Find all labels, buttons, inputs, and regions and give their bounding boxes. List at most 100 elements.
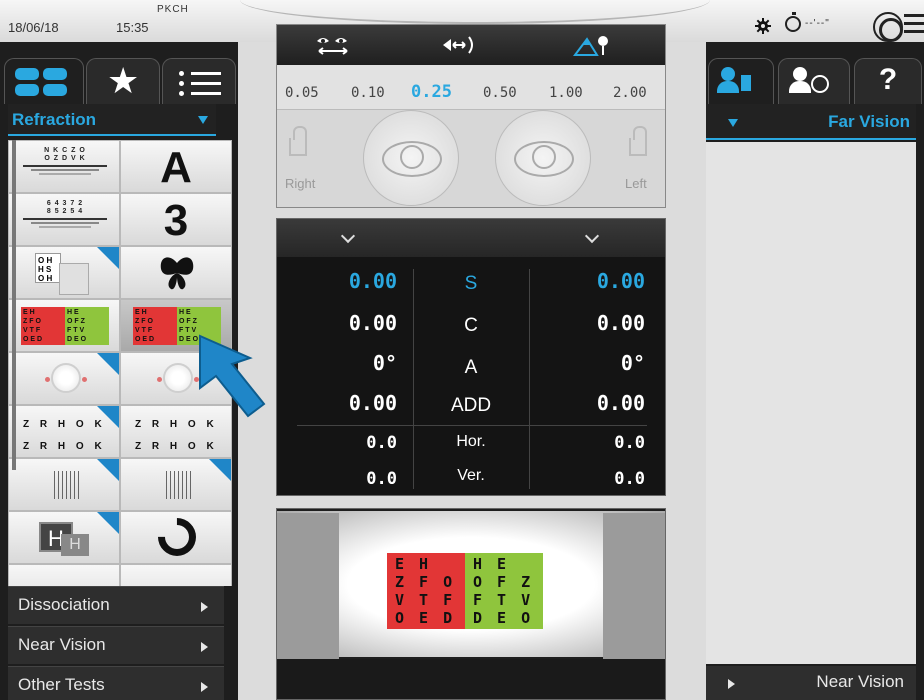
chart-letters-line2: O Z D V K [44,155,86,162]
section-header-refraction[interactable]: Refraction [8,104,216,136]
stopwatch-icon[interactable]: --'--" [785,12,841,36]
chart-scrollbar[interactable] [12,140,16,470]
chart-3-cell[interactable]: 3 [120,193,232,246]
chevron-right-icon [201,602,208,612]
chart-zr-row1: Z R H O K [23,419,106,430]
vertical-left-value[interactable]: 0.0 [525,469,645,489]
chart-ring-cell[interactable] [120,511,232,564]
accordion-near-vision[interactable]: Near Vision [8,626,224,664]
acuity-option[interactable]: 0.05 [285,85,319,101]
acuity-option-selected[interactable]: 0.25 [411,82,452,102]
lock-icon[interactable] [289,126,307,156]
binocular-eyes-icon[interactable] [313,33,353,57]
chart-letters-cell[interactable]: N K C Z O O Z D V K [8,140,120,193]
acuity-option[interactable]: 1.00 [549,85,583,101]
far-vision-header[interactable]: Far Vision [706,104,916,140]
chart-numbers-line1: 6 4 3 7 2 [46,200,84,207]
tab-history[interactable] [778,58,850,104]
right-panel: ? Far Vision Near Vision [706,42,924,700]
tab-help[interactable]: ? [854,58,922,104]
section-title: Refraction [12,110,97,129]
vertical-right-value[interactable]: 0.0 [277,469,397,489]
chart-letters-line1: N K C Z O [44,147,86,154]
near-vision-footer[interactable]: Near Vision [706,666,916,700]
dot-disk-icon [45,363,87,393]
chart-zr-row2: Z R H O K [23,441,106,452]
tab-list[interactable] [162,58,236,104]
addition-row: 0.00 ADD 0.00 [277,391,665,431]
cross-grid-icon [51,471,79,499]
refraction-panel: 0.00 S 0.00 0.00 C 0.00 0° A 0° 0.00 ADD… [276,218,666,496]
axis-right-value[interactable]: 0° [277,351,397,375]
axis-left-value[interactable]: 0° [525,351,645,375]
accordion-label: Near Vision [18,635,106,654]
green-row: D E O [473,609,534,627]
dot-disk-icon [157,363,199,393]
chart-dots-cell[interactable] [8,352,120,405]
chart-partial-cell[interactable] [8,564,120,586]
chart-cross-cell-2[interactable] [120,458,232,511]
acuity-option[interactable]: 0.10 [351,85,385,101]
chevron-right-icon [728,679,735,689]
cylinder-right-value[interactable]: 0.00 [277,311,397,335]
tab-patient-file[interactable] [708,58,774,104]
mountain-flower-icon[interactable] [573,33,613,57]
chart-zr-row2: Z R H O K [135,441,218,452]
chevron-right-icon [201,642,208,652]
cylinder-left-value[interactable]: 0.00 [525,311,645,335]
sphere-right-value[interactable]: 0.00 [277,269,397,293]
target-icon[interactable] [873,12,903,42]
red-half: E H Z F O V T F O E D [387,553,465,629]
axis-label: A [464,357,478,378]
chart-a-cell[interactable]: A [120,140,232,193]
gear-icon[interactable] [755,18,771,34]
tab-favorites[interactable]: ★ [86,58,160,104]
chart-numbers-cell[interactable]: 6 4 3 7 2 8 5 2 5 4 [8,193,120,246]
chart-polarized-cell[interactable]: O H H S O H [8,246,120,299]
near-vision-label: Near Vision [816,672,904,691]
horizontal-left-value[interactable]: 0.0 [525,433,645,453]
addition-right-value[interactable]: 0.00 [277,391,397,415]
acuity-option[interactable]: 2.00 [613,85,647,101]
top-arc-decoration [240,0,710,24]
polarized-tag-icon [97,512,119,534]
chart-preview-footer [277,659,665,699]
eye-occlusion-area: Right Left [277,109,665,207]
accordion-dissociation[interactable]: Dissociation [8,586,224,624]
red-green-chart: E H Z F O V T F O E D H E O F Z F T V D … [387,553,543,629]
sphere-left-value[interactable]: 0.00 [525,269,645,293]
chevron-down-icon[interactable] [340,228,356,244]
right-eye-button[interactable] [363,110,459,206]
chart-numbers-line2: 8 5 2 5 4 [46,208,84,215]
occluder-toolbar [277,25,665,65]
green-row: O F Z [473,573,534,591]
occluder-panel: 0.05 0.10 0.25 0.50 1.00 2.00 Right Left [276,24,666,208]
accordion-other-tests[interactable]: Other Tests [8,666,224,700]
chart-redgreen-cell[interactable]: E HZ F OV T FO E D H EO F ZF T VD E O [8,299,120,352]
tab-charts[interactable] [4,58,84,104]
prism-icon[interactable] [439,33,479,57]
chart-h-cell[interactable]: H H [8,511,120,564]
chart-cross-cell[interactable] [8,458,120,511]
refraction-header [277,219,665,257]
chevron-down-icon[interactable] [584,228,600,244]
time-display: 15:35 [116,20,149,35]
sphere-label: S [464,273,478,294]
lock-icon[interactable] [629,126,647,156]
addition-left-value[interactable]: 0.00 [525,391,645,415]
acuity-option[interactable]: 0.50 [483,85,517,101]
chart-a-glyph: A [160,143,192,192]
chart-zr-cell[interactable]: Z R H O K Z R H O K [8,405,120,458]
menu-icon[interactable] [904,14,924,36]
red-row: V T F [395,591,456,609]
vertical-prism-row: 0.0 Ver. 0.0 [277,467,665,509]
polarized-tag-icon [97,406,119,428]
chevron-down-icon [198,116,208,124]
landolt-ring-icon [150,512,204,563]
chart-preview-panel: E H Z F O V T F O E D H E O F Z F T V D … [276,508,666,700]
chart-partial-cell-2[interactable] [120,564,232,586]
horizontal-right-value[interactable]: 0.0 [277,433,397,453]
chart-butterfly-cell[interactable] [120,246,232,299]
right-eye-label: Right [285,176,316,191]
left-eye-button[interactable] [495,110,591,206]
